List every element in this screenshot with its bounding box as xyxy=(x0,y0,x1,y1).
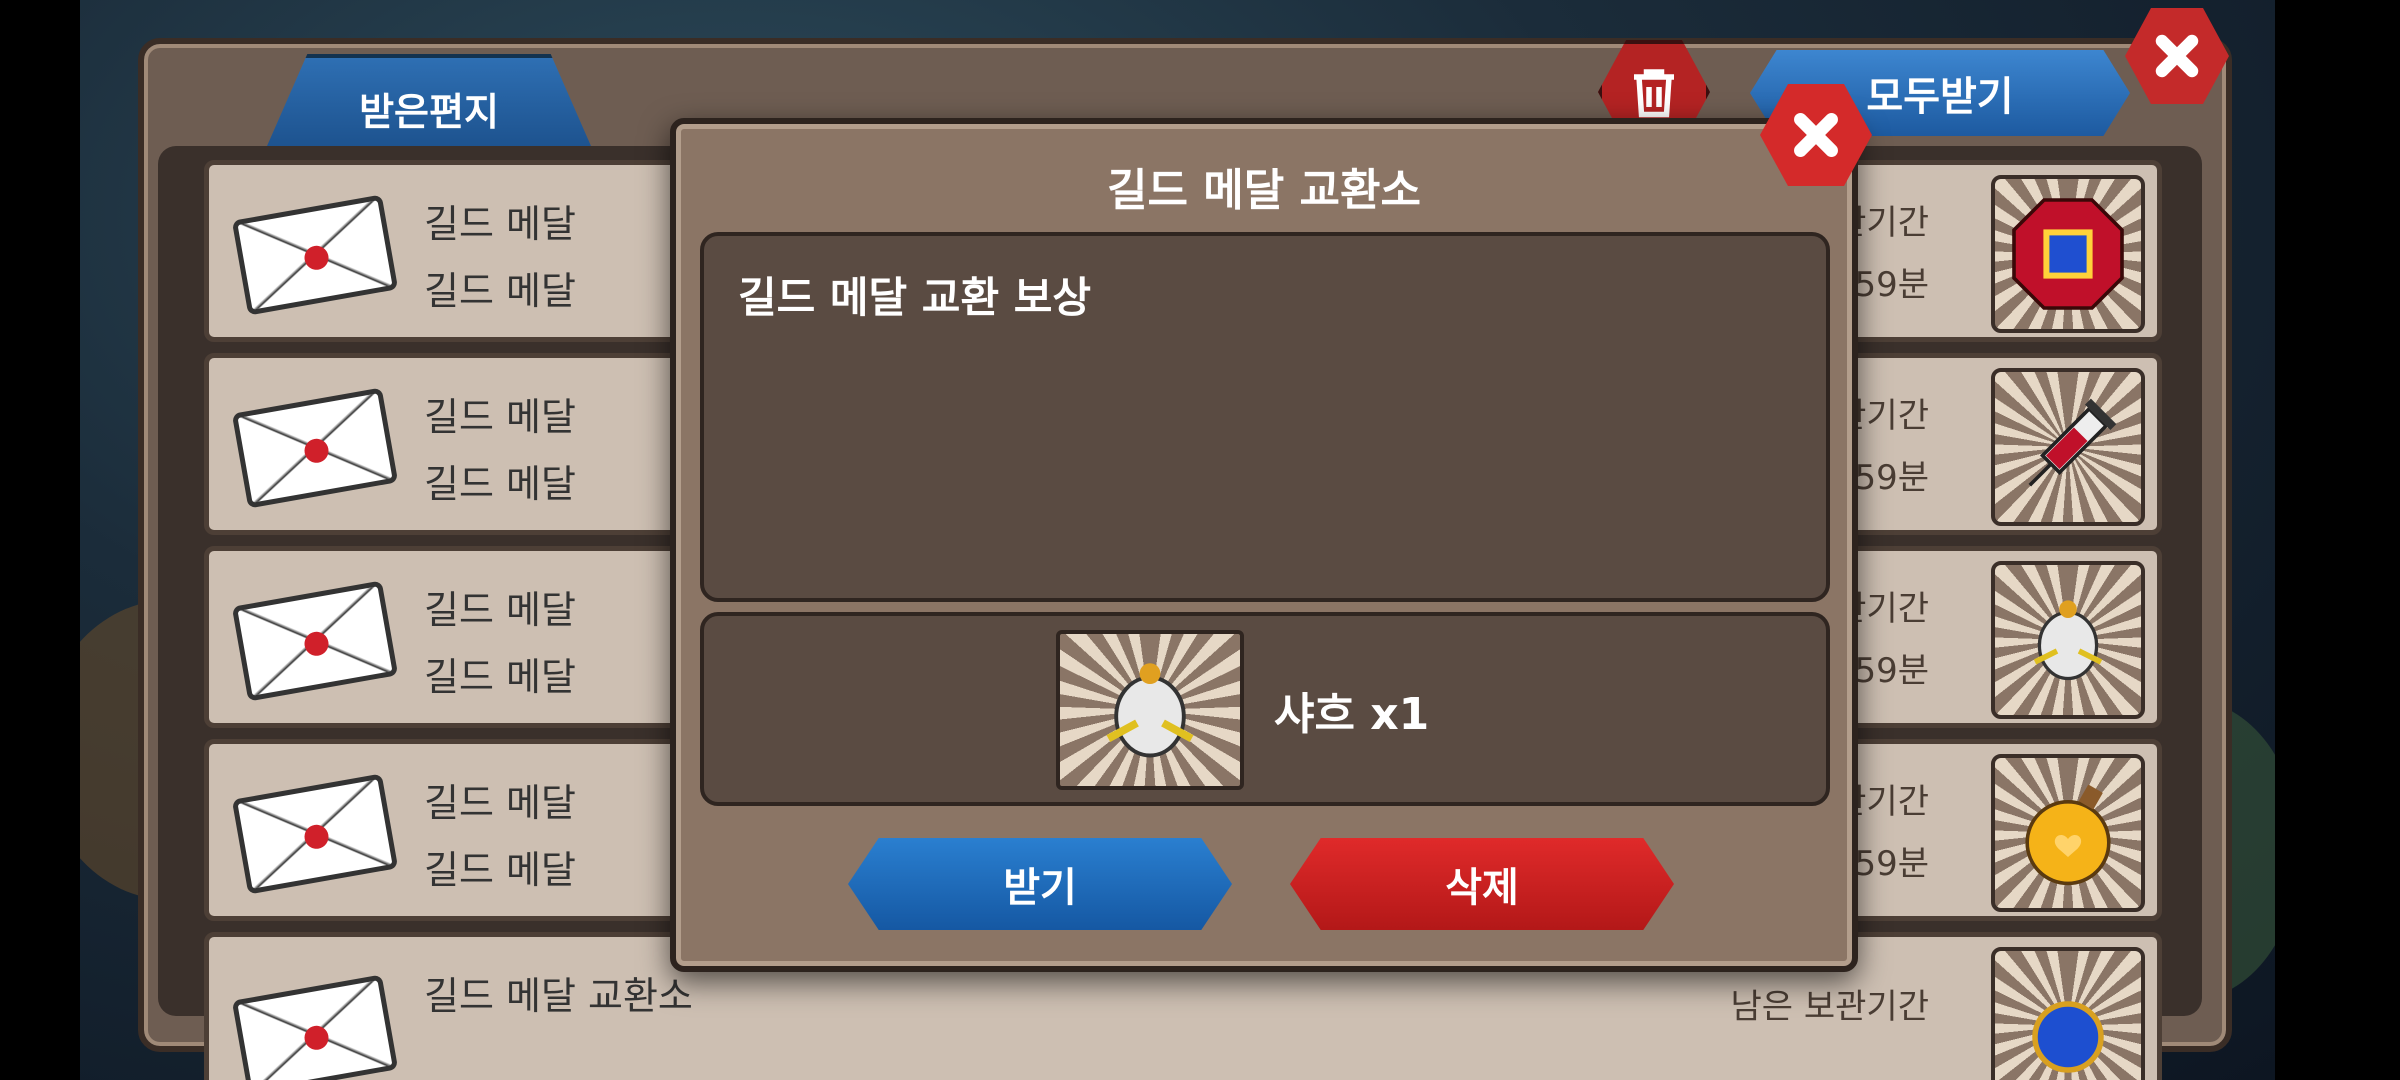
mail-title: 길드 메달 xyxy=(424,588,576,632)
receive-button-label: 받기 xyxy=(1003,865,1077,911)
message-text: 길드 메달 교환 보상 xyxy=(738,273,1091,322)
trash-icon xyxy=(1634,69,1674,118)
mail-subtitle: 길드 메달 xyxy=(424,655,576,699)
delete-button[interactable]: 삭제 xyxy=(1290,838,1674,930)
delete-button-label: 삭제 xyxy=(1445,865,1519,911)
envelope-icon xyxy=(231,773,399,895)
potion-icon xyxy=(1991,754,2145,912)
gem-icon xyxy=(1991,175,2145,333)
receive-all-label: 모두받기 xyxy=(1866,74,2014,120)
close-icon xyxy=(2155,34,2199,78)
tab-inbox-label: 받은편지 xyxy=(359,89,499,134)
reward-dialog: 길드 메달 교환소 길드 메달 교환 보상 샤흐 x1 받기 삭제 xyxy=(670,118,1858,972)
game-screen: 받은편지 모두받기 길드 메달 길드 메달 보관기간 시간 59분 길드 메달 … xyxy=(80,0,2275,1080)
egg-icon xyxy=(1056,630,1244,790)
mail-subtitle: 길드 메달 xyxy=(424,462,576,506)
blue-potion-icon xyxy=(1991,947,2145,1080)
envelope-icon xyxy=(231,387,399,509)
dialog-title: 길드 메달 교환소 xyxy=(1107,165,1421,216)
message-box: 길드 메달 교환 보상 xyxy=(700,232,1830,602)
envelope-icon xyxy=(231,974,399,1080)
mail-title: 길드 메달 교환소 xyxy=(424,974,693,1018)
mail-subtitle: 길드 메달 xyxy=(424,269,576,313)
mail-title: 길드 메달 xyxy=(424,781,576,825)
mail-title: 길드 메달 xyxy=(424,202,576,246)
receive-button[interactable]: 받기 xyxy=(848,838,1232,930)
reward-label: 샤흐 x1 xyxy=(1274,689,1430,740)
envelope-icon xyxy=(231,580,399,702)
egg-icon xyxy=(1991,561,2145,719)
reward-box: 샤흐 x1 xyxy=(700,612,1830,806)
syringe-icon xyxy=(1991,368,2145,526)
mail-keep-label: 남은 보관기간 xyxy=(1730,987,1930,1027)
mail-subtitle: 길드 메달 xyxy=(424,848,576,892)
mail-title: 길드 메달 xyxy=(424,395,576,439)
close-icon xyxy=(1794,113,1838,157)
envelope-icon xyxy=(231,194,399,316)
